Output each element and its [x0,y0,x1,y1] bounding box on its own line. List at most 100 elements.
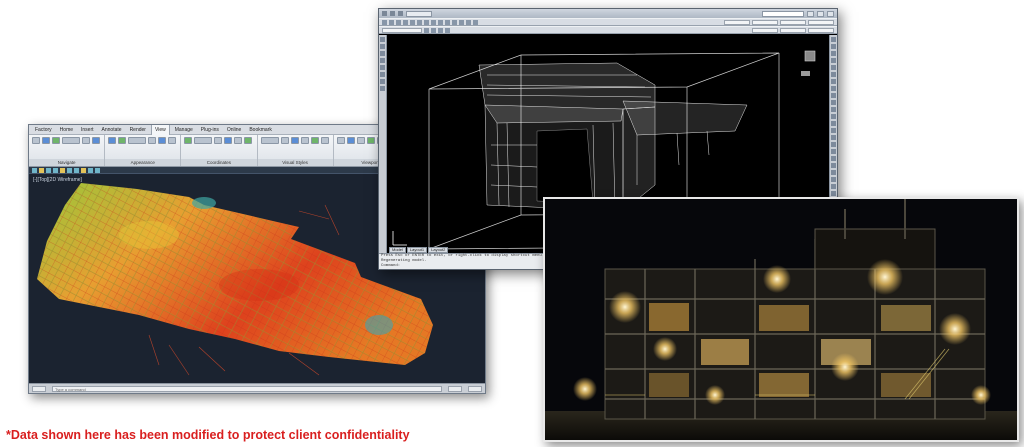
tool-icon[interactable] [32,168,37,173]
table-style-dropdown[interactable] [780,19,806,25]
ribbon-button[interactable] [148,137,157,144]
modify-tool-icon[interactable] [831,44,836,49]
ribbon-button[interactable] [168,137,177,144]
search-input[interactable] [762,10,804,17]
draw-tool-icon[interactable] [380,51,385,56]
modify-tool-icon[interactable] [831,163,836,168]
ribbon-button[interactable] [356,137,365,144]
tool-icon[interactable] [39,168,44,173]
ribbon-tab-annotate[interactable]: Annotate [99,125,125,135]
ribbon-button[interactable] [82,137,90,144]
tool-icon[interactable] [67,168,72,173]
modify-tool-icon[interactable] [831,121,836,126]
draw-tool-icon[interactable] [380,65,385,70]
ribbon-button[interactable] [320,137,329,144]
modify-tool-icon[interactable] [831,37,836,42]
modify-tool-icon[interactable] [831,86,836,91]
modify-tool-icon[interactable] [831,149,836,154]
ribbon-button[interactable] [310,137,319,144]
toolbar-icon[interactable] [396,19,401,25]
quick-access-icon[interactable] [390,11,395,16]
toolbar-icon[interactable] [452,19,457,25]
tool-icon[interactable] [95,168,100,173]
ribbon-tab-home[interactable]: Home [57,125,76,135]
draw-tool-icon[interactable] [380,58,385,63]
ribbon-button[interactable] [158,137,167,144]
ribbon-button[interactable] [214,137,223,144]
workspace-dropdown[interactable] [382,27,422,33]
toolbar-icon[interactable] [424,27,429,33]
ribbon-button[interactable] [62,137,80,144]
ribbon-button[interactable] [234,137,243,144]
ribbon-button[interactable] [194,137,213,144]
status-toggle[interactable] [448,385,462,392]
modify-tool-icon[interactable] [831,156,836,161]
toolbar-icon[interactable] [473,19,478,25]
toolbar-icon[interactable] [403,19,408,25]
toolbar-icon[interactable] [424,19,429,25]
ribbon-button[interactable] [128,137,147,144]
ribbon-button[interactable] [184,137,193,144]
maximize-button[interactable] [817,10,824,17]
ribbon-button[interactable] [32,137,40,144]
dim-style-dropdown[interactable] [752,19,778,25]
ribbon-button[interactable] [52,137,60,144]
tool-icon[interactable] [46,168,51,173]
ribbon-button[interactable] [92,137,100,144]
text-style-dropdown[interactable] [724,19,750,25]
toolbar-icon[interactable] [438,19,443,25]
toolbar-icon[interactable] [410,19,415,25]
ribbon-button[interactable] [108,137,117,144]
ribbon-button[interactable] [290,137,299,144]
view-cube[interactable] [801,50,816,76]
ribbon-button[interactable] [336,137,345,144]
minimize-button[interactable] [807,10,814,17]
status-toggle[interactable] [32,385,46,392]
toolbar-icon[interactable] [445,19,450,25]
quick-access-icon[interactable] [398,11,403,16]
toolbar-icon[interactable] [389,19,394,25]
draw-tool-icon[interactable] [380,72,385,77]
modify-tool-icon[interactable] [831,107,836,112]
ribbon-button[interactable] [366,137,375,144]
tool-icon[interactable] [88,168,93,173]
ribbon-button[interactable] [118,137,127,144]
tool-icon[interactable] [53,168,58,173]
ribbon-tab-render[interactable]: Render [127,125,149,135]
status-toggle[interactable] [468,385,482,392]
app-menu-icon[interactable] [382,11,387,16]
modify-tool-icon[interactable] [831,58,836,63]
close-button[interactable] [827,10,834,17]
ribbon-tab-plug-ins[interactable]: Plug-ins [198,125,222,135]
ribbon-button[interactable] [346,137,355,144]
toolbar-icon[interactable] [431,19,436,25]
draw-tool-icon[interactable] [380,86,385,91]
modify-tool-icon[interactable] [831,100,836,105]
toolbar-icon[interactable] [382,19,387,25]
modify-tool-icon[interactable] [831,51,836,56]
ribbon-tab-manage[interactable]: Manage [172,125,196,135]
toolbar-icon[interactable] [466,19,471,25]
color-dropdown[interactable] [752,27,778,33]
modify-tool-icon[interactable] [831,191,836,196]
modify-tool-icon[interactable] [831,72,836,77]
command-input[interactable]: Type a command [52,385,442,392]
ribbon-button[interactable] [244,137,253,144]
modify-tool-icon[interactable] [831,170,836,175]
modify-tool-icon[interactable] [831,135,836,140]
draw-tool-icon[interactable] [380,79,385,84]
ribbon-button[interactable] [260,137,279,144]
modify-tool-icon[interactable] [831,142,836,147]
modify-tool-icon[interactable] [831,93,836,98]
toolbar-icon[interactable] [445,27,450,33]
tool-icon[interactable] [60,168,65,173]
ribbon-tab-online[interactable]: Online [224,125,244,135]
lineweight-dropdown[interactable] [808,27,834,33]
modify-tool-icon[interactable] [831,79,836,84]
modify-tool-icon[interactable] [831,65,836,70]
ribbon-tab-bookmark[interactable]: Bookmark [246,125,275,135]
toolbar-icon[interactable] [431,27,436,33]
toolbar-icon[interactable] [438,27,443,33]
modify-tool-icon[interactable] [831,114,836,119]
ribbon-tab-view[interactable]: View [150,125,170,135]
